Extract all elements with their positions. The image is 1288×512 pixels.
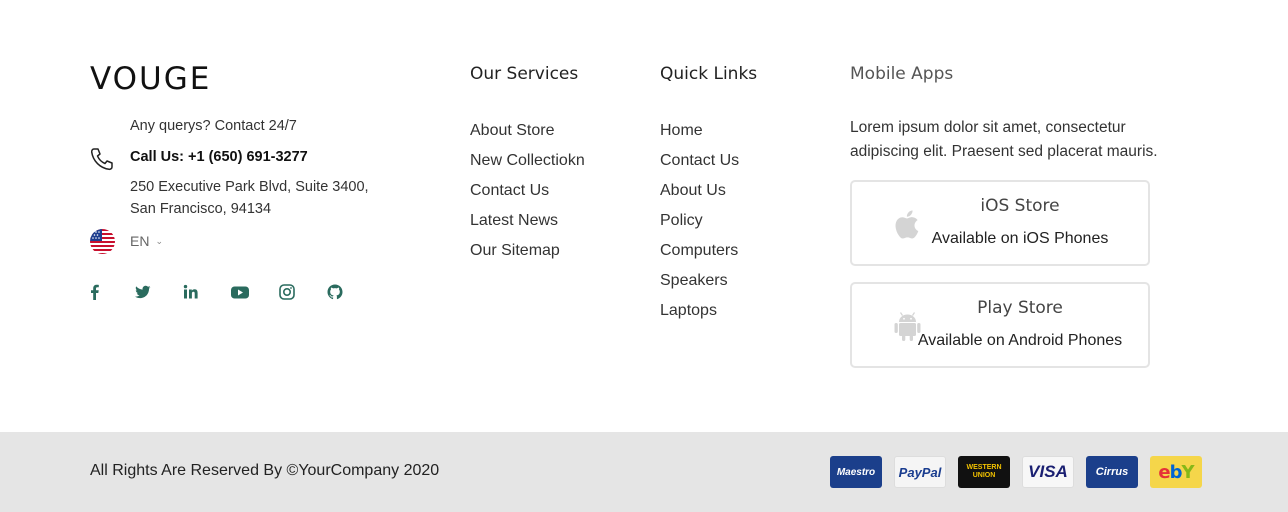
quick-link-label: Home <box>660 122 703 139</box>
services-link-label: Our Sitemap <box>470 242 560 259</box>
quick-link-label: Computers <box>660 242 739 259</box>
quick-link[interactable]: Speakers <box>660 271 739 301</box>
quick-link-label: About Us <box>660 182 726 199</box>
quick-links-list: Home Contact Us About Us Policy Computer… <box>660 121 739 331</box>
github-link[interactable] <box>326 280 374 304</box>
quick-links-title: Quick Links <box>660 64 758 84</box>
play-store-button[interactable]: Play Store Available on Android Phones <box>850 282 1150 368</box>
facebook-link[interactable] <box>86 280 134 304</box>
cirrus-icon: Cirrus <box>1086 456 1138 488</box>
ebay-icon: ebY <box>1150 456 1202 488</box>
play-store-name: Play Store <box>977 298 1063 318</box>
mobile-apps-title: Mobile Apps <box>850 64 954 84</box>
paypal-icon: PayPal <box>894 456 946 488</box>
copyright-text: All Rights Are Reserved By ©YourCompany … <box>90 462 440 479</box>
footer-bottom-bar: All Rights Are Reserved By ©YourCompany … <box>0 432 1288 512</box>
youtube-link[interactable] <box>230 280 278 304</box>
western-union-icon: WESTERN UNION <box>958 456 1010 488</box>
contact-intro: Any querys? Contact 24/7 <box>130 118 297 134</box>
language-label: EN <box>130 233 150 249</box>
youtube-icon <box>231 286 249 299</box>
services-link[interactable]: Latest News <box>470 211 585 241</box>
mobile-apps-description: Lorem ipsum dolor sit amet, consectetur … <box>850 119 1158 160</box>
services-link[interactable]: Contact Us <box>470 181 585 211</box>
phone-icon <box>90 148 113 171</box>
play-store-subtitle: Available on Android Phones <box>917 332 1123 349</box>
ios-store-name: iOS Store <box>980 196 1060 216</box>
github-icon <box>327 284 343 300</box>
quick-link[interactable]: Home <box>660 121 739 151</box>
quick-link[interactable]: Policy <box>660 211 739 241</box>
quick-link-label: Laptops <box>660 302 717 319</box>
services-link-label: Latest News <box>470 212 559 229</box>
ios-store-subtitle: Available on iOS Phones <box>931 230 1109 247</box>
quick-link-label: Contact Us <box>660 152 740 169</box>
us-flag-icon <box>90 228 115 254</box>
phone-number[interactable]: Call Us: +1 (650) 691-3277 <box>130 149 308 165</box>
services-link-label: New Collectiokn <box>470 152 585 169</box>
services-link-label: Contact Us <box>470 182 550 199</box>
social-links <box>86 280 374 304</box>
quick-link-label: Policy <box>660 212 703 229</box>
footer-top: VOUGE Any querys? Contact 24/7 Call Us: … <box>0 0 1288 432</box>
twitter-icon <box>135 285 151 299</box>
chevron-down-icon: ⌄ <box>155 235 163 246</box>
address: 250 Executive Park Blvd, Suite 3400, San… <box>130 176 410 220</box>
quick-link[interactable]: Computers <box>660 241 739 271</box>
address-line-2: San Francisco, 94134 <box>130 201 272 217</box>
services-link[interactable]: New Collectiokn <box>470 151 585 181</box>
visa-icon: VISA <box>1022 456 1074 488</box>
services-link[interactable]: About Store <box>470 121 585 151</box>
quick-link-label: Speakers <box>660 272 728 289</box>
services-list: About Store New Collectiokn Contact Us L… <box>470 121 585 271</box>
services-link[interactable]: Our Sitemap <box>470 241 585 271</box>
quick-link[interactable]: Laptops <box>660 301 739 331</box>
linkedin-link[interactable] <box>182 280 230 304</box>
twitter-link[interactable] <box>134 280 182 304</box>
facebook-icon <box>91 284 99 300</box>
services-title: Our Services <box>470 64 579 84</box>
brand-logo[interactable]: VOUGE <box>90 64 211 95</box>
maestro-icon: Maestro <box>830 456 882 488</box>
payment-methods: Maestro PayPal WESTERN UNION VISA Cirrus… <box>830 456 1202 488</box>
address-line-1: 250 Executive Park Blvd, Suite 3400, <box>130 179 369 195</box>
instagram-icon <box>279 284 295 300</box>
quick-link[interactable]: About Us <box>660 181 739 211</box>
services-link-label: About Store <box>470 122 555 139</box>
instagram-link[interactable] <box>278 280 326 304</box>
language-selector[interactable]: EN ⌄ <box>90 228 163 254</box>
quick-link[interactable]: Contact Us <box>660 151 739 181</box>
linkedin-icon <box>183 284 198 299</box>
ios-store-button[interactable]: iOS Store Available on iOS Phones <box>850 180 1150 266</box>
